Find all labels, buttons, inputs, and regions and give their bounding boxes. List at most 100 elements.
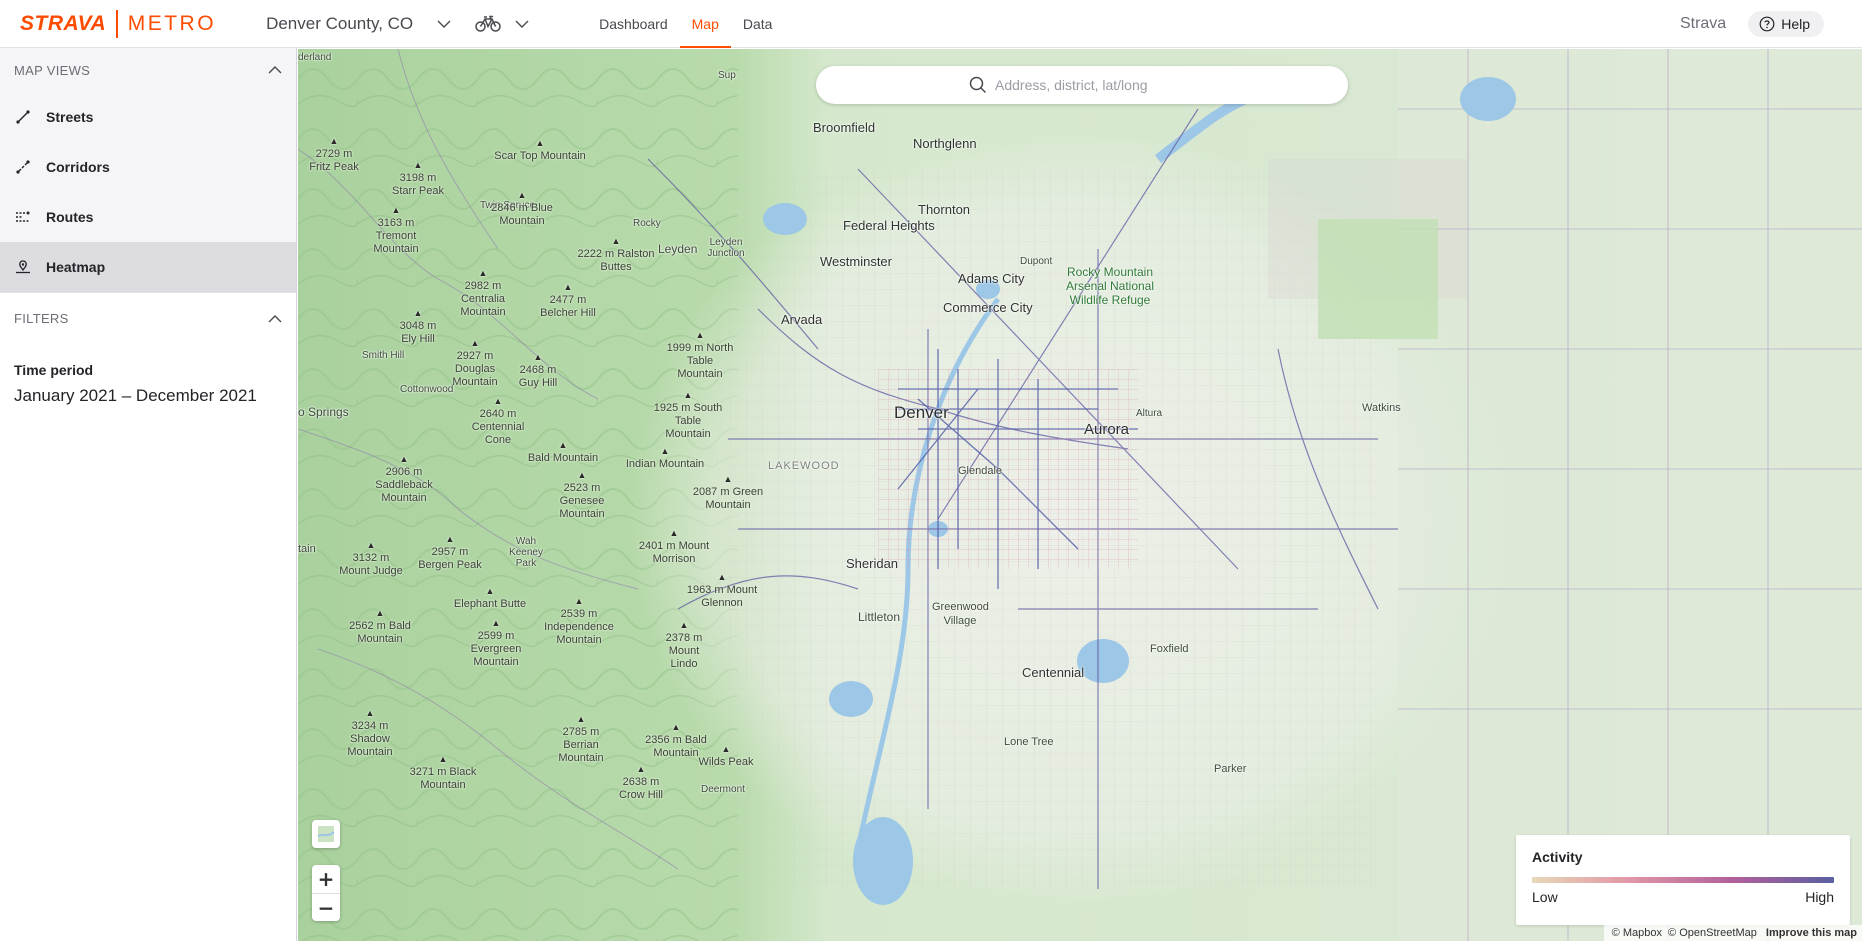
top-right-actions: Strava Help <box>1680 10 1824 37</box>
chevron-down-icon <box>437 20 451 28</box>
map-views-section: MAP VIEWS Streets Corridors Routes Heatm… <box>0 48 296 292</box>
peak-label: 3163 m Tremont Mountain <box>366 204 426 256</box>
peak-label: 2222 m Ralston Buttes <box>576 235 656 274</box>
place-label-thornton: Thornton <box>918 202 971 217</box>
peak-label: 2982 m Centralia Mountain <box>453 267 513 319</box>
zoom-controls: + − <box>312 865 340 921</box>
peak-label: 2640 m Centennial Cone <box>468 395 528 447</box>
peak-label: 2562 m Bald Mountain <box>345 607 415 646</box>
place-label-tain: tain <box>298 543 316 555</box>
help-button[interactable]: Help <box>1748 10 1824 37</box>
zoom-in-button[interactable]: + <box>312 865 340 893</box>
place-label-watkins: Watkins <box>1362 402 1401 414</box>
place-label-sheridan: Sheridan <box>846 556 899 571</box>
activity-legend: Activity Low High <box>1516 835 1850 925</box>
peak-label: Wilds Peak <box>698 743 753 769</box>
map-views-header[interactable]: MAP VIEWS <box>0 48 296 92</box>
region-label: Denver County, CO <box>266 13 414 33</box>
place-label-lakewood: LAKEWOOD <box>768 460 840 472</box>
place-label-refuge: Rocky Mountain Arsenal National Wildlife… <box>1065 265 1155 307</box>
peak-label: 1999 m North Table Mountain <box>665 329 735 381</box>
time-period-label: Time period <box>14 362 94 378</box>
map-view-label: Corridors <box>46 159 110 175</box>
time-period-value[interactable]: January 2021 – December 2021 <box>14 386 282 406</box>
place-label-altura: Altura <box>1136 408 1163 419</box>
map-view-streets[interactable]: Streets <box>0 92 296 142</box>
tab-dashboard[interactable]: Dashboard <box>587 0 680 48</box>
improve-map-link[interactable]: Improve this map <box>1766 927 1857 939</box>
tab-map[interactable]: Map <box>679 0 732 48</box>
map-view-routes[interactable]: Routes <box>0 192 296 242</box>
place-label-smith-hill: Smith Hill <box>362 350 405 361</box>
map-search-bar[interactable] <box>816 66 1348 104</box>
help-circle-icon <box>1759 16 1775 31</box>
peak-label: 3048 m Ely Hill <box>393 307 443 346</box>
peak-label: 2729 m Fritz Peak <box>304 135 364 174</box>
peak-label: 2785 m Berrian Mountain <box>551 713 611 765</box>
peak-label: Bald Mountain <box>528 439 598 465</box>
sidebar: MAP VIEWS Streets Corridors Routes Heatm… <box>0 48 297 941</box>
corridor-icon <box>14 158 32 176</box>
place-label-dupont: Dupont <box>1020 256 1053 267</box>
map-attribution: © Mapbox © OpenStreetMap Improve this ma… <box>1603 925 1862 941</box>
map-view-label: Streets <box>46 109 94 125</box>
basemap-toggle-button[interactable] <box>312 820 340 848</box>
peak-label: 3234 m Shadow Mountain <box>340 707 400 759</box>
peak-label: 2539 m Independence Mountain <box>539 595 619 647</box>
peak-label: 2927 m Douglas Mountain <box>445 337 505 389</box>
place-label-derland: derland <box>298 52 332 63</box>
heatmap-icon <box>14 258 32 276</box>
map-search-input[interactable] <box>995 77 1195 93</box>
place-label-deermont: Deermont <box>701 784 745 795</box>
place-label-westminster: Westminster <box>820 254 892 269</box>
search-icon <box>969 76 987 94</box>
top-bar: STRAVA METRO Denver County, CO Dashboard… <box>0 0 1862 48</box>
peak-label: 1963 m Mount Glennon <box>682 571 762 610</box>
attribution-osm[interactable]: © OpenStreetMap <box>1668 927 1757 939</box>
map-view-corridors[interactable]: Corridors <box>0 142 296 192</box>
place-label-leyden: Leyden <box>658 242 698 256</box>
place-label-leyden-junction: Leyden Junction <box>707 237 745 259</box>
map-view-heatmap[interactable]: Heatmap <box>0 242 296 292</box>
activity-type-selector[interactable] <box>475 0 529 48</box>
legend-gradient-bar <box>1532 877 1834 883</box>
logo-metro-text: METRO <box>127 11 217 35</box>
peak-label: 2401 m Mount Morrison <box>634 527 714 566</box>
chevron-up-icon <box>268 314 282 322</box>
filters-header[interactable]: FILTERS <box>0 292 296 344</box>
peak-label: 3271 m Black Mountain <box>403 753 483 792</box>
peak-label: 2906 m Saddleback Mountain <box>369 453 439 505</box>
place-label-greenwood-village: Greenwood Village <box>932 601 989 627</box>
map-canvas[interactable]: Broomfield Sup derland Northglenn Thornt… <box>298 49 1862 941</box>
time-period-filter: Time period January 2021 – December 2021 <box>0 344 296 424</box>
place-label-commerce-city: Commerce City <box>943 300 1033 315</box>
peak-label: 2638 m Crow Hill <box>611 763 671 802</box>
place-label-arvada: Arvada <box>781 312 823 327</box>
place-label-federal-heights: Federal Heights <box>843 218 935 233</box>
logo-strava-text: STRAVA <box>20 11 107 35</box>
zoom-out-button[interactable]: − <box>312 893 340 921</box>
peak-label: 2468 m Guy Hill <box>513 351 563 390</box>
chevron-down-icon <box>515 20 529 28</box>
tab-data[interactable]: Data <box>731 0 785 48</box>
peak-label: 2477 m Belcher Hill <box>538 281 598 320</box>
peak-label: 2599 m Evergreen Mountain <box>466 617 526 669</box>
region-selector[interactable]: Denver County, CO <box>266 0 451 48</box>
place-label-wah-keeney-park: Wah Keeney Park <box>509 536 543 569</box>
map-views-title: MAP VIEWS <box>14 62 91 78</box>
place-label-broomfield: Broomfield <box>813 120 876 135</box>
peak-label: 2378 m Mount Lindo <box>654 619 714 671</box>
strava-metro-logo[interactable]: STRAVA METRO <box>20 0 216 48</box>
street-line-icon <box>14 108 32 126</box>
bike-icon <box>475 15 501 32</box>
place-label-rocky: Rocky <box>633 218 661 229</box>
peak-label: 1925 m South Table Mountain <box>653 389 723 441</box>
place-label-foxfield: Foxfield <box>1150 643 1189 655</box>
peak-label: 3132 m Mount Judge <box>336 539 406 578</box>
strava-link[interactable]: Strava <box>1680 15 1726 33</box>
map-basemap <box>298 49 1862 941</box>
main-nav: Dashboard Map Data <box>587 0 784 48</box>
peak-label: 2846 m Blue Mountain <box>487 189 557 228</box>
attribution-mapbox[interactable]: © Mapbox <box>1612 927 1662 939</box>
logo-divider <box>116 9 118 38</box>
